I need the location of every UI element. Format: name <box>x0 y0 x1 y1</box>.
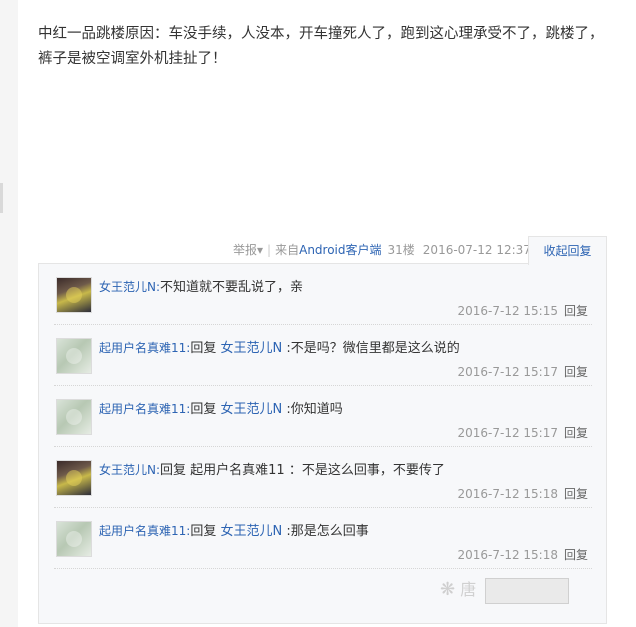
avatar[interactable] <box>56 338 92 374</box>
reply-button[interactable]: 回复 <box>564 304 588 318</box>
reply-time: 2016-7-12 15:18 <box>457 548 558 562</box>
reply-text: 不知道就不要乱说了，亲 <box>160 280 304 295</box>
avatar[interactable] <box>56 460 92 496</box>
avatar[interactable] <box>56 399 92 435</box>
reply-username[interactable]: 女王范儿N: <box>99 463 160 477</box>
report-link[interactable]: 举报▾ <box>233 243 263 257</box>
avatar[interactable] <box>56 521 92 557</box>
reply-content: 女王范儿N:不知道就不要乱说了，亲 <box>99 277 589 298</box>
list-item: 起用户名真难11:回复 女王范儿N :那是怎么回事 2016-7-12 15:1… <box>54 508 592 569</box>
reply-time: 2016-7-12 15:17 <box>457 365 558 379</box>
list-item: 女王范儿N:不知道就不要乱说了，亲 2016-7-12 15:15 回复 <box>54 264 592 325</box>
floor-number: 31楼 <box>387 243 415 257</box>
reply-button[interactable]: 回复 <box>564 426 588 440</box>
reply-text: :你知道吗 <box>282 402 343 417</box>
android-client-link[interactable]: Android客户端 <box>299 243 381 257</box>
left-edge-tab <box>0 183 3 213</box>
reply-text: :不是吗？微信里都是这么说的 <box>282 341 460 356</box>
reply-time: 2016-7-12 15:15 <box>457 304 558 318</box>
avatar[interactable] <box>56 277 92 313</box>
reply-meta: 2016-7-12 15:18 回复 <box>457 485 588 503</box>
reply-content: 起用户名真难11:回复 女王范儿N :你知道吗 <box>99 402 343 417</box>
reply-time: 2016-7-12 15:17 <box>457 426 558 440</box>
reply-button[interactable]: 回复 <box>564 487 588 501</box>
bird-logo-icon: ❋ <box>440 579 456 600</box>
list-item: 女王范儿N:回复 起用户名真难11 ：不是这么回事，不要传了 2016-7-12… <box>54 447 592 508</box>
list-item: 起用户名真难11:回复 女王范儿N :不是吗？微信里都是这么说的 2016-7-… <box>54 325 592 386</box>
watermark-text: 唐 <box>460 580 477 599</box>
watermark: ❋ 唐 <box>440 565 630 615</box>
reply-button[interactable]: 回复 <box>564 548 588 562</box>
collapse-replies-button[interactable]: 收起回复 <box>528 236 607 265</box>
post-date: 2016-07-12 12:37 <box>422 243 531 257</box>
reply-button[interactable]: 回复 <box>564 365 588 379</box>
caret-down-icon: ▾ <box>257 243 264 257</box>
reply-meta: 2016-7-12 15:17 回复 <box>457 363 588 381</box>
post-tail: 举报▾ | 来自Android客户端 31楼 2016-07-12 12:37 <box>233 240 531 260</box>
list-item: 起用户名真难11:回复 女王范儿N :你知道吗 2016-7-12 15:17 回… <box>54 386 592 447</box>
reply-text: ：不是这么回事，不要传了 <box>284 463 445 478</box>
reply-meta: 2016-7-12 15:15 回复 <box>457 302 588 320</box>
reply-content: 女王范儿N:回复 起用户名真难11 ：不是这么回事，不要传了 <box>99 463 445 478</box>
client-source: 来自Android客户端 <box>275 243 382 257</box>
reply-username[interactable]: 起用户名真难11: <box>99 402 190 416</box>
reply-content: 起用户名真难11:回复 女王范儿N :那是怎么回事 <box>99 524 369 539</box>
reply-time: 2016-7-12 15:18 <box>457 487 558 501</box>
reply-text: :那是怎么回事 <box>282 524 369 539</box>
reply-content: 起用户名真难11:回复 女王范儿N :不是吗？微信里都是这么说的 <box>99 341 460 356</box>
reply-target-user[interactable]: 女王范儿N <box>220 341 282 356</box>
reply-meta: 2016-7-12 15:17 回复 <box>457 424 588 442</box>
separator: | <box>267 243 272 257</box>
reply-meta: 2016-7-12 15:18 回复 <box>457 546 588 564</box>
reply-target-user[interactable]: 女王范儿N <box>220 402 282 417</box>
post-content: 中红一品跳楼原因：车没手续，人没本，开车撞死人了，跑到这心理承受不了，跳楼了，裤… <box>38 26 604 67</box>
reply-username[interactable]: 起用户名真难11: <box>99 524 190 538</box>
watermark-box <box>485 577 570 604</box>
reply-username[interactable]: 起用户名真难11: <box>99 341 190 355</box>
reply-target-user[interactable]: 女王范儿N <box>220 524 282 539</box>
reply-username[interactable]: 女王范儿N: <box>99 280 160 294</box>
